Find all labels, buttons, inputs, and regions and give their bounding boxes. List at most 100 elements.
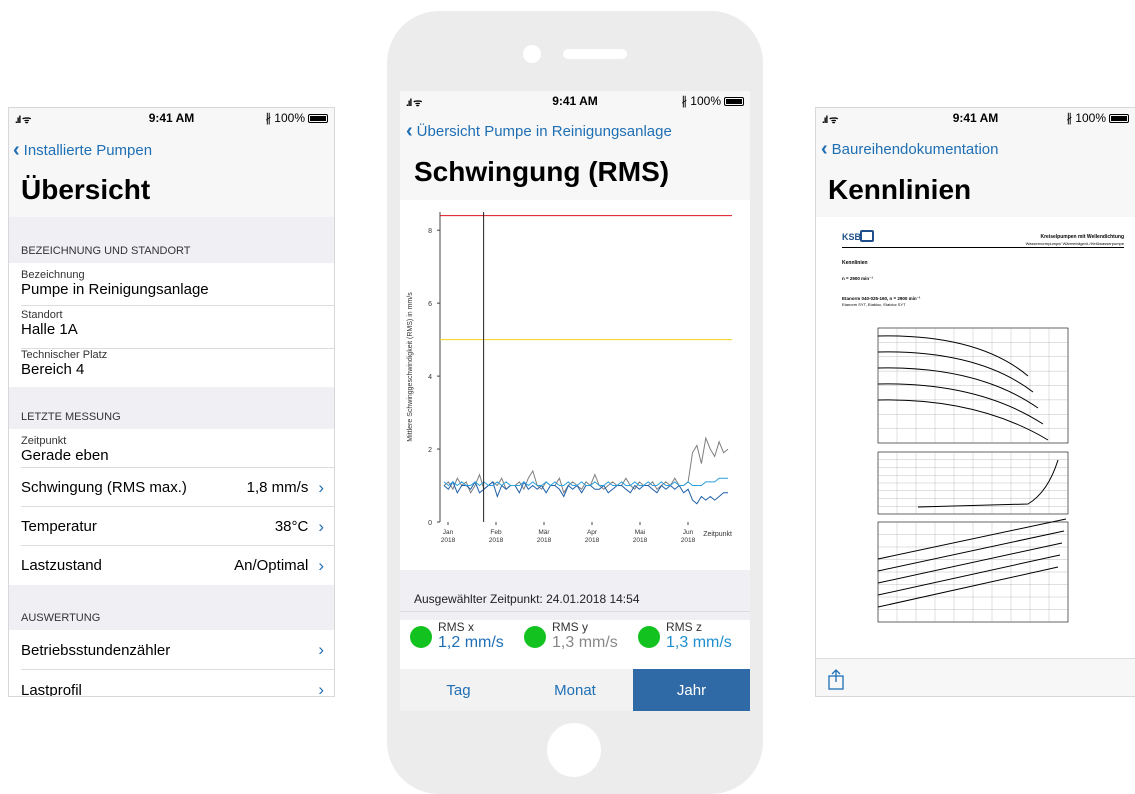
chevron-right-icon: › (318, 680, 324, 697)
field-bezeichnung: Bezeichnung Pumpe in Reinigungsanlage (9, 263, 334, 306)
y-tick-label: 6 (428, 301, 432, 308)
row-label: Lastprofil (21, 681, 82, 697)
vibration-screen: .ıl ᯤ 9:41 AM ∦ 100% ‹ Übersicht Pumpe in… (400, 91, 750, 711)
sensor-value: 1,3 mm/s (552, 634, 618, 651)
sensor-rms-y[interactable]: RMS y 1,3 mm/s (524, 620, 618, 652)
row-lastprofil[interactable]: Lastprofil › (9, 670, 334, 697)
y-tick-label: 2 (428, 447, 432, 454)
segment-monat[interactable]: Monat (517, 669, 633, 711)
pump-curve (877, 367, 1039, 409)
section-header: AUSWERTUNG (9, 585, 334, 630)
battery-icon (308, 113, 328, 123)
bluetooth-icon: ∦ (1066, 111, 1073, 125)
doc-speed: n = 2900 min⁻¹ (842, 276, 874, 281)
battery-indicator: ∦ 100% (1066, 111, 1129, 125)
status-bar: .ıl ᯤ 9:41 AM ∦ 100% (816, 108, 1135, 128)
x-axis-label: Zeitpunkt (703, 531, 732, 538)
y-axis-label: Mittlere Schwinggeschwindigkeit (RMS) in… (407, 292, 414, 442)
doc-section: Kennlinien (842, 260, 868, 266)
battery-icon (1109, 113, 1129, 123)
chevron-right-icon: › (318, 555, 324, 575)
back-label: Baureihendokumentation (831, 141, 999, 158)
page-title: Kennlinien (828, 174, 972, 205)
power-curve (877, 566, 1059, 608)
sensor-name: RMS y (552, 620, 588, 634)
row-schwingung[interactable]: Schwingung (RMS max.) 1,8 mm/s › (9, 468, 334, 507)
row-label: Lastzustand (21, 557, 102, 574)
row-value: An/Optimal (234, 557, 309, 574)
power-curve (877, 554, 1061, 596)
npsh-curve (917, 459, 1059, 508)
x-tick-year: 2018 (585, 537, 600, 544)
page-title: Übersicht (21, 174, 151, 205)
characteristic-curves (877, 327, 1069, 623)
sensor-name: RMS z (666, 620, 702, 634)
power-curve (877, 530, 1065, 572)
field-value: Bereich 4 (21, 361, 85, 378)
page-title: Schwingung (RMS) (414, 156, 670, 187)
status-dot (638, 626, 660, 648)
battery-icon (724, 96, 744, 106)
x-tick-label: Mai (635, 529, 645, 536)
field-standort: Standort Halle 1A (9, 306, 334, 349)
ksb-logo: KSB (842, 232, 862, 242)
row-lastzustand[interactable]: Lastzustand An/Optimal › (9, 546, 334, 585)
field-label: Standort (21, 309, 63, 321)
row-label: Betriebsstundenzähler (21, 641, 171, 659)
back-label: Installierte Pumpen (23, 142, 153, 159)
row-label: Temperatur (21, 518, 97, 535)
status-dot (524, 626, 546, 648)
x-tick-year: 2018 (633, 537, 648, 544)
selected-time: Ausgewählter Zeitpunkt: 24.01.2018 14:54 (414, 592, 640, 606)
row-temperatur[interactable]: Temperatur 38°C › (9, 507, 334, 546)
vibration-chart[interactable]: 0 2 4 6 8 Mittlere Schwinggeschwindigkeit (RM… (400, 200, 750, 570)
document-page[interactable]: KSB Kreiselpumpen mit Wellendichtung Was… (842, 230, 1124, 632)
x-tick-label: Mär (538, 529, 550, 536)
status-dot (410, 626, 432, 648)
y-tick-label: 4 (428, 374, 432, 381)
x-tick-label: Jan (443, 529, 454, 536)
x-tick-year: 2018 (537, 537, 552, 544)
pump-curve (877, 383, 1044, 425)
back-button[interactable]: ‹ Installierte Pumpen (13, 139, 153, 161)
section-header: BEZEICHNUNG UND STANDORT (9, 217, 334, 263)
row-betriebsstunden[interactable]: Betriebsstundenzähler › (9, 630, 334, 670)
share-icon[interactable] (826, 668, 846, 690)
toolbar (816, 658, 1135, 696)
doc-header-title: Kreiselpumpen mit Wellendichtung (1040, 234, 1124, 240)
sensor-name: RMS x (438, 620, 474, 634)
sensor-rms-x[interactable]: RMS x 1,2 mm/s (410, 620, 504, 652)
sensor-value: 1,2 mm/s (438, 634, 504, 651)
status-bar: .ıl ᯤ 9:41 AM ∦ 100% (9, 108, 334, 128)
battery-percent: 100% (690, 94, 721, 108)
x-tick-year: 2018 (681, 537, 696, 544)
field-value: Pumpe in Reinigungsanlage (21, 281, 209, 298)
overview-screen: .ıl ᯤ 9:41 AM ∦ 100% ‹ Installierte Pumpe… (8, 107, 335, 697)
back-button[interactable]: ‹ Übersicht Pumpe in Reinigungsanlage (406, 120, 672, 142)
pump-curve (877, 351, 1034, 393)
front-camera (523, 45, 541, 63)
field-technischer-platz: Technischer Platz Bereich 4 (9, 349, 334, 387)
segment-tag[interactable]: Tag (400, 669, 517, 711)
field-label: Bezeichnung (21, 269, 85, 281)
documentation-screen: .ıl ᯤ 9:41 AM ∦ 100% ‹ Baureihendokumenta… (815, 107, 1135, 697)
chevron-left-icon: ‹ (406, 120, 413, 142)
chevron-left-icon: ‹ (13, 139, 20, 161)
chevron-right-icon: › (318, 477, 324, 497)
bluetooth-icon: ∦ (681, 94, 688, 108)
chevron-left-icon: ‹ (821, 138, 828, 160)
power-curve (877, 518, 1067, 560)
battery-indicator: ∦ 100% (681, 94, 744, 108)
section-header: LETZTE MESSUNG (9, 387, 334, 429)
y-tick-label: 8 (428, 228, 432, 235)
field-value: Halle 1A (21, 321, 78, 338)
home-button[interactable] (547, 723, 601, 777)
x-tick-label: Apr (587, 529, 598, 536)
y-tick-label: 0 (428, 520, 432, 527)
segment-jahr[interactable]: Jahr (633, 669, 750, 711)
sensor-rms-z[interactable]: RMS z 1,3 mm/s (638, 620, 732, 652)
row-value: 1,8 mm/s (246, 479, 309, 496)
battery-percent: 100% (1075, 111, 1106, 125)
back-button[interactable]: ‹ Baureihendokumentation (821, 138, 999, 160)
chevron-right-icon: › (318, 516, 324, 536)
